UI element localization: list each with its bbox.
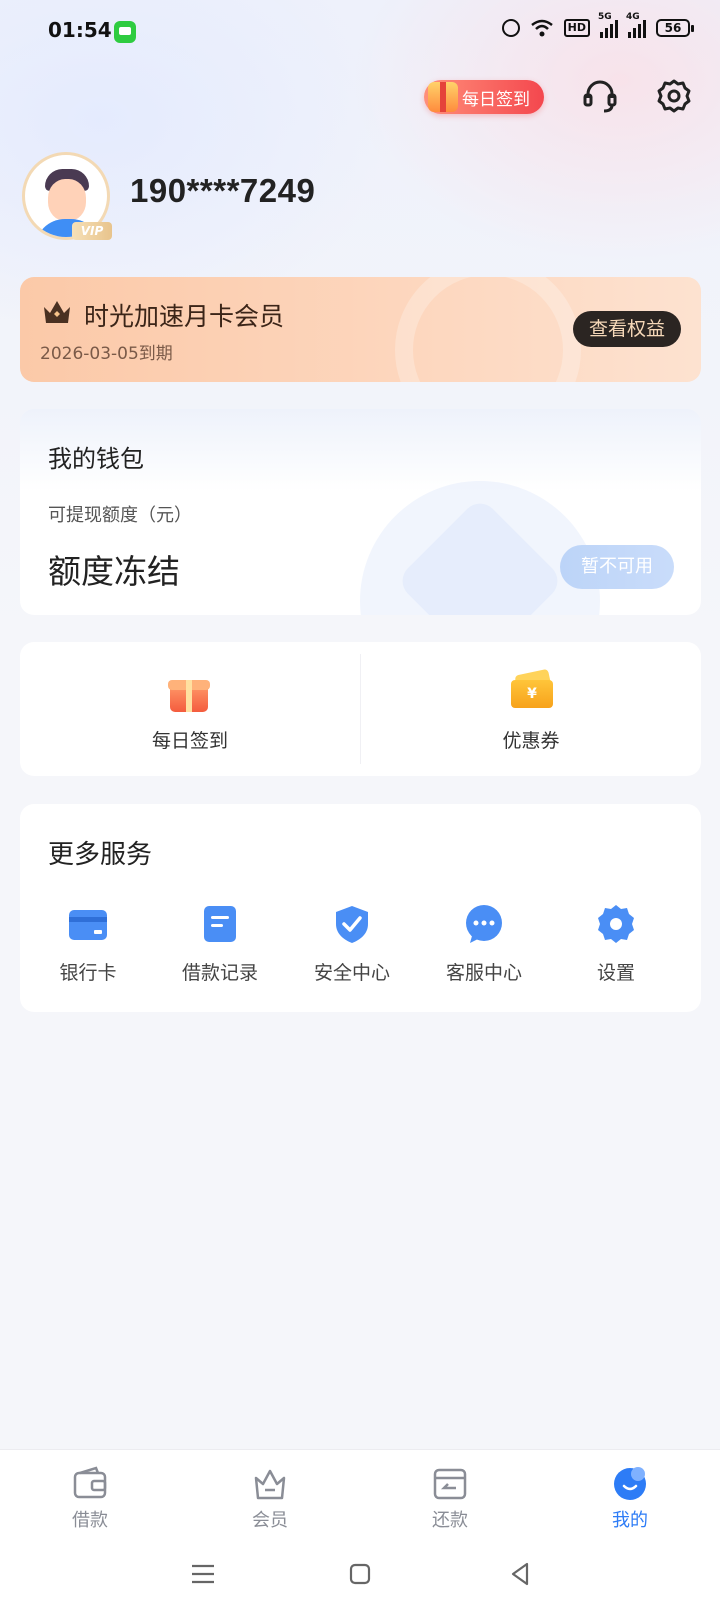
signal-4g-label: 4G xyxy=(626,12,640,22)
tab-repay[interactable]: 还款 xyxy=(360,1450,540,1540)
shield-check-icon xyxy=(336,906,368,943)
battery-indicator: 56 xyxy=(656,19,694,37)
view-benefits-button[interactable]: 查看权益 xyxy=(573,311,681,347)
coupon-icon: ¥ xyxy=(509,668,555,710)
tab-member-label: 会员 xyxy=(252,1510,288,1531)
daily-checkin-entry-label: 每日签到 xyxy=(151,730,228,752)
wifi-icon xyxy=(530,19,553,37)
menu-icon[interactable] xyxy=(188,1559,218,1589)
tab-repay-label: 还款 xyxy=(432,1510,468,1531)
crown-icon xyxy=(44,301,70,323)
card-return-icon xyxy=(433,1468,467,1500)
tab-mine-label: 我的 xyxy=(612,1510,648,1531)
user-phone-number: 190****7249 xyxy=(130,172,316,209)
tab-mine[interactable]: 我的 xyxy=(540,1450,720,1540)
membership-title: 时光加速月卡会员 xyxy=(84,302,285,331)
service-customer-center-label: 客服中心 xyxy=(445,962,522,984)
signal-5g-label: 5G xyxy=(598,12,612,22)
service-settings[interactable]: 设置 xyxy=(548,900,684,1000)
back-icon[interactable] xyxy=(505,1559,535,1589)
coupon-entry-label: 优惠券 xyxy=(502,730,560,752)
wallet-icon xyxy=(73,1466,107,1499)
service-customer-center[interactable]: 客服中心 xyxy=(416,900,552,1000)
document-icon xyxy=(204,906,236,942)
service-bank-card-label: 银行卡 xyxy=(59,962,117,984)
unavailable-button[interactable]: 暂不可用 xyxy=(560,545,674,589)
status-icons: HD 5G 4G 56 xyxy=(501,12,694,38)
quick-actions-card: 每日签到 ¥ 优惠券 xyxy=(20,642,701,776)
tab-loan-label: 借款 xyxy=(72,1510,108,1531)
message-notification-icon xyxy=(114,21,136,43)
crown-basket-icon xyxy=(254,1469,286,1500)
status-bar: 01:54 HD 5G 4G 56 xyxy=(0,0,720,64)
service-loan-records[interactable]: 借款记录 xyxy=(152,900,288,1000)
credit-status: 额度冻结 xyxy=(48,552,180,591)
system-navigation-bar xyxy=(0,1539,720,1612)
smile-icon xyxy=(614,1467,646,1500)
wallet-title: 我的钱包 xyxy=(48,445,144,473)
signal-5g-icon: 5G xyxy=(598,12,618,38)
service-bank-card[interactable]: 银行卡 xyxy=(20,900,156,1000)
gift-icon xyxy=(168,672,210,712)
gift-icon xyxy=(428,82,458,112)
service-settings-label: 设置 xyxy=(596,962,635,984)
alarm-icon xyxy=(501,19,520,37)
service-loan-records-label: 借款记录 xyxy=(181,962,258,984)
service-security-center[interactable]: 安全中心 xyxy=(284,900,420,1000)
wallet-card: 我的钱包 可提现额度（元） 额度冻结 暂不可用 xyxy=(20,409,701,615)
services-title: 更多服务 xyxy=(48,840,153,870)
status-time: 01:54 xyxy=(48,18,112,42)
more-services-card: 更多服务 银行卡 借款记录 安全中心 客服中心 设置 xyxy=(20,804,701,1012)
vip-badge: VIP xyxy=(72,222,112,240)
coupon-entry[interactable]: ¥ 优惠券 xyxy=(361,642,701,776)
hd-voice-icon: HD xyxy=(563,19,590,37)
customer-service-icon[interactable] xyxy=(582,78,618,114)
membership-card[interactable]: 时光加速月卡会员 2026-03-05到期 查看权益 xyxy=(20,277,701,382)
signal-4g-icon: 4G xyxy=(626,12,646,38)
home-icon[interactable] xyxy=(345,1559,375,1589)
gear-icon xyxy=(598,905,634,943)
tab-loan[interactable]: 借款 xyxy=(0,1450,180,1540)
daily-checkin-label: 每日签到 xyxy=(462,89,530,110)
service-security-center-label: 安全中心 xyxy=(313,962,390,984)
settings-gear-icon[interactable] xyxy=(656,78,692,114)
daily-checkin-entry[interactable]: 每日签到 xyxy=(20,642,360,776)
bottom-tab-bar: 借款 会员 还款 我的 xyxy=(0,1449,720,1540)
withdrawable-amount-label: 可提现额度（元） xyxy=(48,505,192,526)
tab-member[interactable]: 会员 xyxy=(180,1450,360,1540)
daily-checkin-button[interactable]: 每日签到 xyxy=(424,80,544,114)
bank-card-icon xyxy=(69,910,107,940)
chat-bubble-icon xyxy=(466,905,502,943)
membership-expiry: 2026-03-05到期 xyxy=(40,344,173,364)
